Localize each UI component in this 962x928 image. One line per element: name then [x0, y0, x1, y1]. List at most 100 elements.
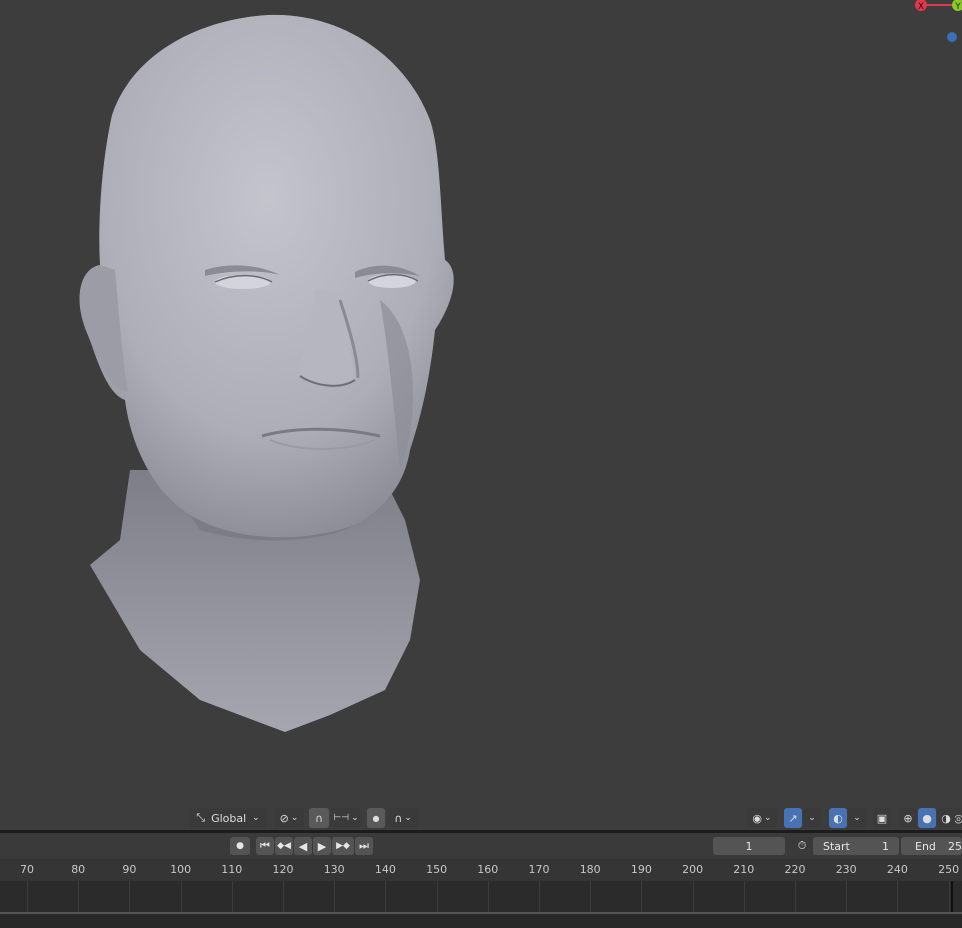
- chevron-down-icon: ⌄: [808, 813, 816, 823]
- timeline-grid-line: [180, 881, 182, 912]
- timeline-grid-line: [487, 881, 489, 912]
- timeline-tracks[interactable]: [0, 881, 962, 912]
- rendered-shading-button[interactable]: ◎: [955, 808, 962, 828]
- overlay-icon: ◐: [833, 811, 843, 825]
- timeline-grid-line: [590, 881, 592, 912]
- gizmo-icon: ↗: [788, 811, 798, 825]
- play-button[interactable]: ▶: [313, 837, 331, 855]
- timeline-tick-label: 180: [579, 863, 601, 876]
- chevron-down-icon: ⌄: [290, 813, 299, 823]
- timeline-tick-label: 230: [835, 863, 857, 876]
- proportional-falloff-dropdown[interactable]: ∩ ⌄: [388, 808, 418, 828]
- solid-icon: ●: [922, 811, 932, 825]
- timeline-tick-label: 70: [20, 863, 34, 876]
- overlay-dropdown[interactable]: ⌄: [848, 808, 866, 828]
- jump-start-icon: ⏮: [260, 839, 270, 852]
- timeline-grid-line: [231, 881, 233, 912]
- chevron-down-icon: ⌄: [252, 813, 260, 823]
- timeline-grid-line: [27, 881, 28, 912]
- preview-range-toggle[interactable]: ⏱: [792, 837, 812, 855]
- next-keyframe-icon: ▶◆: [336, 841, 350, 851]
- falloff-icon: ∩: [394, 811, 403, 825]
- pivot-point-dropdown[interactable]: ⊘ ⌄: [274, 808, 304, 828]
- end-value: 25: [948, 839, 962, 853]
- solid-shading-button[interactable]: ●: [918, 808, 936, 828]
- prev-keyframe-icon: ◆◀: [277, 841, 291, 851]
- timeline-grid-line: [385, 881, 387, 912]
- wireframe-icon: ⊕: [903, 811, 913, 825]
- transform-orientation-label: Global: [211, 811, 247, 825]
- play-icon: ▶: [317, 839, 327, 853]
- overlay-toggle[interactable]: ◐: [829, 808, 847, 828]
- timeline-grid-line: [795, 881, 796, 912]
- snap-icon: ∩: [314, 811, 324, 825]
- play-reverse-button[interactable]: ◀: [294, 837, 312, 855]
- xray-toggle[interactable]: ▣: [873, 808, 891, 828]
- timeline-grid-line: [846, 881, 848, 912]
- timeline-tick-label: 240: [886, 863, 908, 876]
- visibility-dropdown[interactable]: ◉ ⌄: [747, 808, 777, 828]
- pivot-icon: ⊘: [279, 811, 289, 825]
- navigation-gizmo[interactable]: X Y: [905, 0, 962, 50]
- timeline-tick-label: 170: [528, 863, 550, 876]
- chevron-down-icon: ⌄: [764, 813, 772, 823]
- end-label: End: [915, 839, 936, 853]
- gizmo-dropdown[interactable]: ⌄: [803, 808, 821, 828]
- head-mesh: [79, 14, 454, 732]
- timeline-tick-label: 210: [733, 863, 755, 876]
- snap-target-icon: ⊢⊣: [333, 813, 350, 823]
- record-icon: ●: [236, 841, 244, 851]
- transform-orientation-dropdown[interactable]: ⤡ Global ⌄: [189, 808, 267, 828]
- jump-end-icon: ⏭: [359, 839, 369, 852]
- timeline-tick-label: 220: [784, 863, 806, 876]
- timeline-tick-label: 160: [477, 863, 499, 876]
- stopwatch-icon: ⏱: [797, 839, 807, 852]
- timeline-tick-label: 100: [170, 863, 192, 876]
- current-frame-field[interactable]: 1: [713, 837, 785, 855]
- chevron-down-icon: ⌄: [853, 813, 861, 823]
- play-reverse-icon: ◀: [298, 839, 308, 853]
- start-frame-field[interactable]: Start 1: [813, 837, 899, 855]
- snap-toggle[interactable]: ∩: [309, 808, 329, 828]
- timeline-tick-label: 130: [323, 863, 345, 876]
- proportional-edit-toggle[interactable]: ●: [367, 808, 385, 828]
- proportional-icon: ●: [372, 813, 380, 823]
- snap-target-dropdown[interactable]: ⊢⊣ ⌄: [331, 808, 361, 828]
- record-button[interactable]: ●: [230, 837, 250, 855]
- orientation-icon: ⤡: [196, 811, 206, 824]
- timeline-grid-line: [78, 881, 80, 912]
- gizmo-x-label: X: [918, 2, 924, 12]
- start-value: 1: [882, 839, 889, 853]
- visibility-icon: ◉: [752, 811, 763, 825]
- timeline-grid-line: [897, 881, 899, 912]
- xray-icon: ▣: [876, 811, 888, 825]
- end-frame-field[interactable]: End 25: [901, 837, 962, 855]
- material-shading-button[interactable]: ◑: [937, 808, 955, 828]
- start-label: Start: [823, 839, 850, 853]
- gizmo-y-label: Y: [954, 2, 961, 12]
- timeline-grid-line: [334, 881, 336, 912]
- material-icon: ◑: [941, 811, 951, 825]
- timeline-grid-line: [539, 881, 540, 912]
- timeline-grid-line: [948, 881, 950, 912]
- timeline-tick-label: 200: [682, 863, 704, 876]
- chevron-down-icon: ⌄: [404, 813, 412, 823]
- wireframe-shading-button[interactable]: ⊕: [899, 808, 917, 828]
- timeline-tick-label: 120: [272, 863, 294, 876]
- jump-end-button[interactable]: ⏭: [355, 837, 373, 855]
- playhead[interactable]: [951, 881, 953, 912]
- timeline-tick-label: 140: [374, 863, 396, 876]
- gizmo-toggle[interactable]: ↗: [784, 808, 802, 828]
- timeline-grid-line: [129, 881, 131, 912]
- chevron-down-icon: ⌄: [351, 813, 359, 823]
- 3d-viewport[interactable]: X Y: [0, 0, 962, 832]
- timeline-tick-label: 90: [122, 863, 137, 876]
- next-keyframe-button[interactable]: ▶◆: [332, 837, 354, 855]
- timeline-tick-label: 190: [630, 863, 652, 876]
- timeline-grid-line: [743, 881, 745, 912]
- timeline-tick-label: 110: [221, 863, 243, 876]
- prev-keyframe-button[interactable]: ◆◀: [275, 837, 293, 855]
- jump-start-button[interactable]: ⏮: [256, 837, 274, 855]
- current-frame-value: 1: [745, 839, 753, 853]
- timeline-tick-label: 80: [71, 863, 86, 876]
